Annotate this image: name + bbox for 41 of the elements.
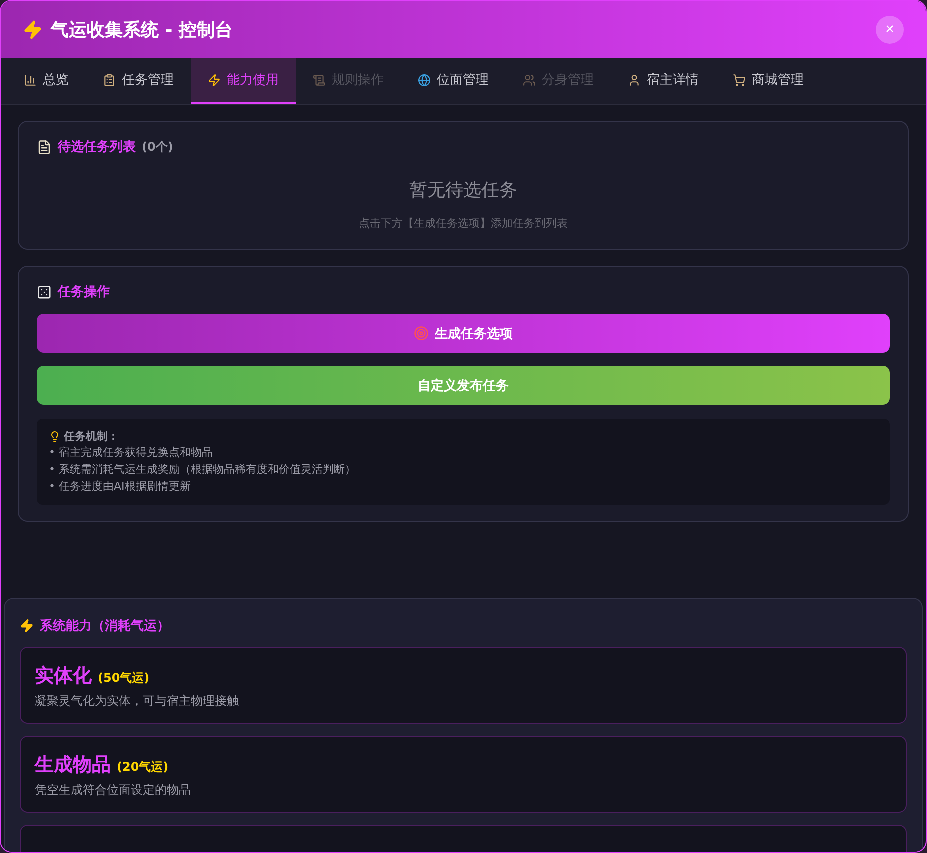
clipboard-icon xyxy=(103,74,116,86)
lightning-icon xyxy=(208,74,221,86)
generate-tasks-button[interactable]: 生成任务选项 xyxy=(37,314,890,353)
memo-icon xyxy=(37,140,52,154)
tab[interactable]: 位面管理 xyxy=(401,58,506,104)
ability-name: 生成物品 xyxy=(35,753,111,778)
ability-cost: (20气运) xyxy=(117,759,169,776)
window-title: 气运收集系统 - 控制台 xyxy=(51,18,234,42)
card-title: 任务操作 xyxy=(58,284,110,301)
scroll-icon xyxy=(313,74,326,86)
bar-chart-icon xyxy=(24,74,37,86)
panel-title: 系统能力（消耗气运） xyxy=(40,618,170,635)
ability-card[interactable]: 实体化 (50气运) 凝聚灵气化为实体，可与宿主物理接触 xyxy=(20,647,907,724)
ability-name: 实体化 xyxy=(35,664,92,689)
tab[interactable]: 商城管理 xyxy=(716,58,821,104)
lightning-icon xyxy=(23,20,43,40)
person-icon xyxy=(628,74,641,86)
dice-icon xyxy=(37,284,52,300)
note-line: • 系统需消耗气运生成奖励（根据物品稀有度和价值灵活判断） xyxy=(49,462,357,478)
cart-icon xyxy=(733,74,746,86)
empty-hint: 点击下方【生成任务选项】添加任务到列表 xyxy=(359,216,568,231)
empty-title: 暂无待选任务 xyxy=(410,179,518,202)
ability-cost: (50气运) xyxy=(98,670,150,687)
tab[interactable]: 宿主详情 xyxy=(611,58,716,104)
ability-description: 凭空生成符合位面设定的物品 xyxy=(35,782,192,799)
globe-icon xyxy=(418,74,431,86)
card-title: 待选任务列表 xyxy=(58,139,136,156)
ability-card[interactable] xyxy=(20,825,907,852)
notes-title: 任务机制： xyxy=(64,429,119,444)
tab[interactable]: 能力使用 xyxy=(191,58,296,104)
target-icon xyxy=(414,326,429,341)
note-line: • 任务进度由AI根据剧情更新 xyxy=(49,479,192,495)
ability-card[interactable]: 生成物品 (20气运) 凭空生成符合位面设定的物品 xyxy=(20,736,907,813)
lightning-icon xyxy=(20,619,34,633)
tab[interactable]: 总览 xyxy=(7,58,86,104)
ability-description: 凝聚灵气化为实体，可与宿主物理接触 xyxy=(35,693,240,710)
task-count: (0个) xyxy=(142,138,174,156)
note-line: • 宿主完成任务获得兑换点和物品 xyxy=(49,445,214,461)
people-icon xyxy=(523,74,536,86)
tab[interactable]: 任务管理 xyxy=(86,58,191,104)
lightbulb-icon xyxy=(49,430,61,442)
